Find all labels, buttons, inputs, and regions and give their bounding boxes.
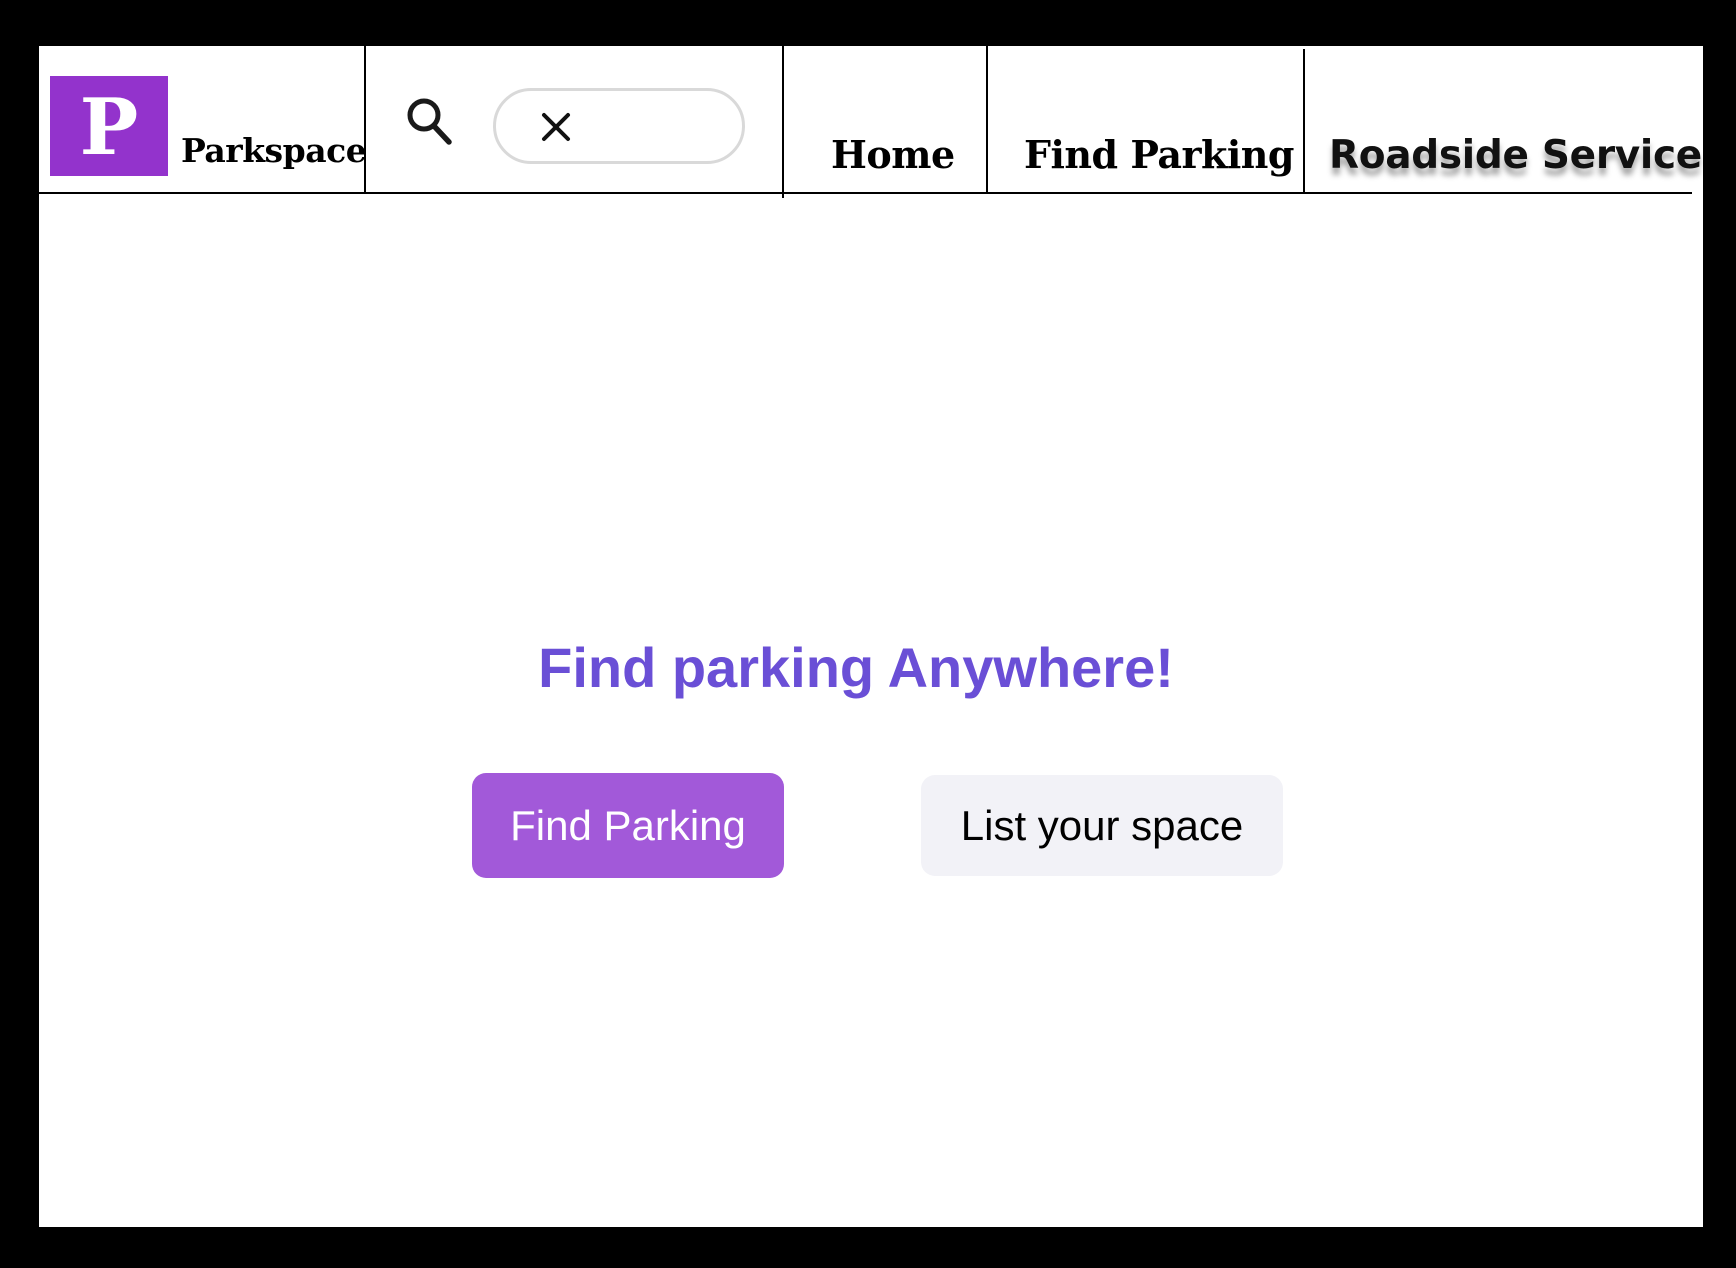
brand-name: Parkspace — [181, 131, 367, 170]
list-your-space-button[interactable]: List your space — [921, 775, 1283, 876]
header-divider — [782, 46, 784, 198]
hero-title: Find parking Anywhere! — [538, 636, 1174, 699]
header-divider — [986, 46, 988, 194]
app-window: P Parkspace Home Find Parking Roadside S… — [39, 46, 1703, 1227]
find-parking-button[interactable]: Find Parking — [472, 773, 784, 878]
search-input[interactable] — [493, 88, 745, 164]
nav-roadside-service[interactable]: Roadside Service — [1329, 136, 1702, 175]
close-icon[interactable] — [541, 112, 571, 142]
nav-home[interactable]: Home — [831, 136, 955, 174]
header-divider — [364, 46, 366, 194]
brand-logo[interactable]: P — [50, 76, 168, 176]
nav-find-parking[interactable]: Find Parking — [1024, 136, 1295, 174]
search-icon[interactable] — [405, 96, 455, 148]
header-divider — [1303, 49, 1305, 194]
top-navigation-bar: P Parkspace Home Find Parking Roadside S… — [39, 46, 1702, 198]
logo-letter: P — [79, 82, 139, 173]
